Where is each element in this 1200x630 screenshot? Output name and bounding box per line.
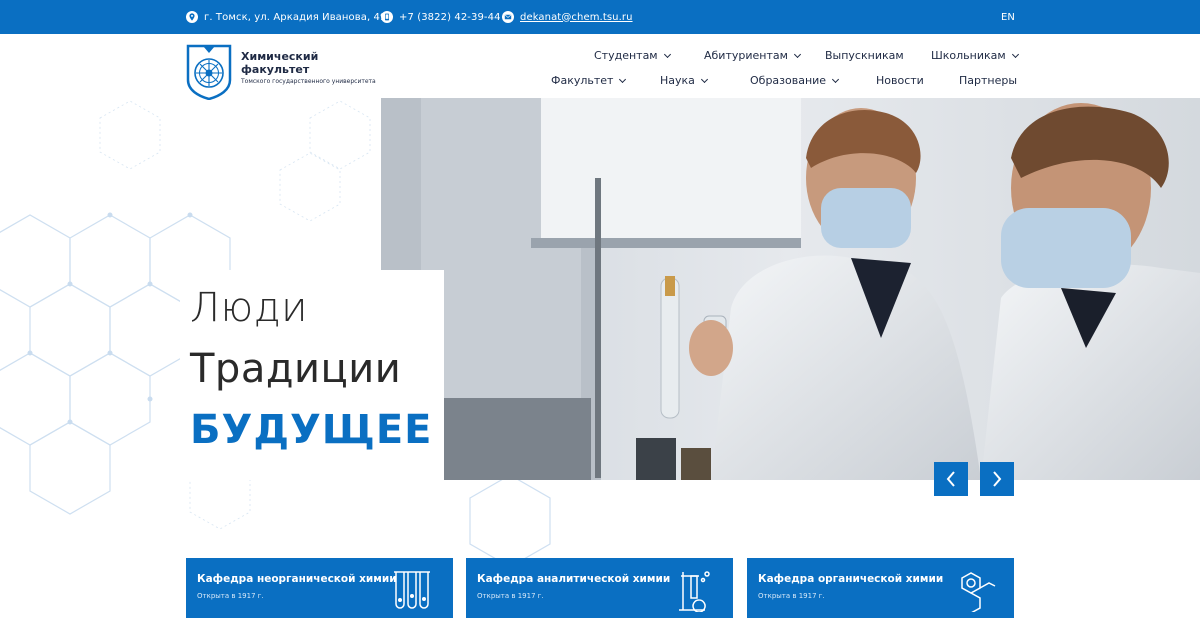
card-organic-chemistry[interactable]: Кафедра органической химии Открыта в 191… — [747, 558, 1014, 618]
card-analytical-chemistry[interactable]: Кафедра аналитической химии Открыта в 19… — [466, 558, 733, 618]
nav-students[interactable]: Студентам — [594, 49, 671, 62]
nav-graduates[interactable]: Выпускникам — [825, 49, 904, 62]
email-link[interactable]: dekanat@chem.tsu.ru — [520, 12, 633, 23]
nav-faculty[interactable]: Факультет — [551, 74, 627, 87]
nav-label: Выпускникам — [825, 49, 904, 62]
chevron-right-icon — [993, 471, 1002, 487]
shield-emblem-icon — [186, 44, 232, 100]
faculty-logo[interactable]: Химический факультет Томского государств… — [186, 44, 386, 102]
nav-label: Абитуриентам — [704, 49, 788, 62]
address-text: г. Томск, ул. Аркадия Иванова, 49 — [204, 11, 387, 23]
phone-text: +7 (3822) 42-39-44 — [399, 11, 501, 23]
nav-applicants[interactable]: Абитуриентам — [704, 49, 801, 62]
card-title: Кафедра аналитической химии — [477, 573, 671, 585]
card-subtitle: Открыта в 1917 г. — [477, 592, 544, 600]
phone-item[interactable]: +7 (3822) 42-39-44 — [381, 0, 501, 34]
top-bar: г. Томск, ул. Аркадия Иванова, 49 +7 (38… — [0, 0, 1200, 34]
chevron-down-icon — [619, 75, 627, 83]
phone-icon — [381, 11, 393, 23]
hero-headline-future: БУДУЩЕЕ — [190, 407, 433, 453]
hero-photo-lab-students — [381, 98, 1200, 480]
benzene-ring-icon — [961, 572, 996, 612]
card-subtitle: Открыта в 1917 г. — [197, 592, 264, 600]
card-inorganic-chemistry[interactable]: Кафедра неорганической химии Открыта в 1… — [186, 558, 453, 618]
nav-label: Партнеры — [959, 74, 1018, 87]
hero-headline-traditions: Традиции — [190, 346, 402, 392]
card-subtitle: Открыта в 1917 г. — [758, 592, 825, 600]
hero-headline-people: Люди — [190, 285, 309, 331]
slider-next-button[interactable] — [980, 462, 1014, 496]
nav-label: Образование — [750, 74, 827, 87]
mail-icon — [502, 11, 514, 23]
test-tubes-icon — [394, 571, 430, 609]
address-item: г. Томск, ул. Аркадия Иванова, 49 — [186, 0, 386, 34]
lab-flask-icon — [679, 571, 710, 612]
nav-label: Наука — [660, 74, 695, 87]
logo-subtitle: Томского государственного университета — [241, 78, 376, 85]
chevron-down-icon — [1011, 50, 1019, 58]
logo-title-line1: Химический — [241, 50, 319, 63]
nav-partners[interactable]: Партнеры — [959, 74, 1017, 87]
card-title: Кафедра неорганической химии — [197, 573, 397, 585]
nav-label: Студентам — [594, 49, 658, 62]
chevron-left-icon — [946, 471, 955, 487]
slider-prev-button[interactable] — [934, 462, 968, 496]
nav-label: Школьникам — [931, 49, 1006, 62]
chevron-down-icon — [663, 50, 671, 58]
nav-news[interactable]: Новости — [876, 74, 924, 87]
nav-science[interactable]: Наука — [660, 74, 708, 87]
chevron-down-icon — [832, 75, 840, 83]
chevron-down-icon — [793, 50, 801, 58]
language-switch[interactable]: EN — [1001, 0, 1015, 34]
nav-label: Новости — [876, 74, 924, 87]
chevron-down-icon — [700, 75, 708, 83]
logo-title-line2: факультет — [241, 63, 310, 76]
nav-schoolchildren[interactable]: Школьникам — [931, 49, 1019, 62]
email-item[interactable]: dekanat@chem.tsu.ru — [502, 0, 633, 34]
card-title: Кафедра органической химии — [758, 573, 944, 585]
location-icon — [186, 11, 198, 23]
nav-education[interactable]: Образование — [750, 74, 840, 87]
nav-label: Факультет — [551, 74, 614, 87]
